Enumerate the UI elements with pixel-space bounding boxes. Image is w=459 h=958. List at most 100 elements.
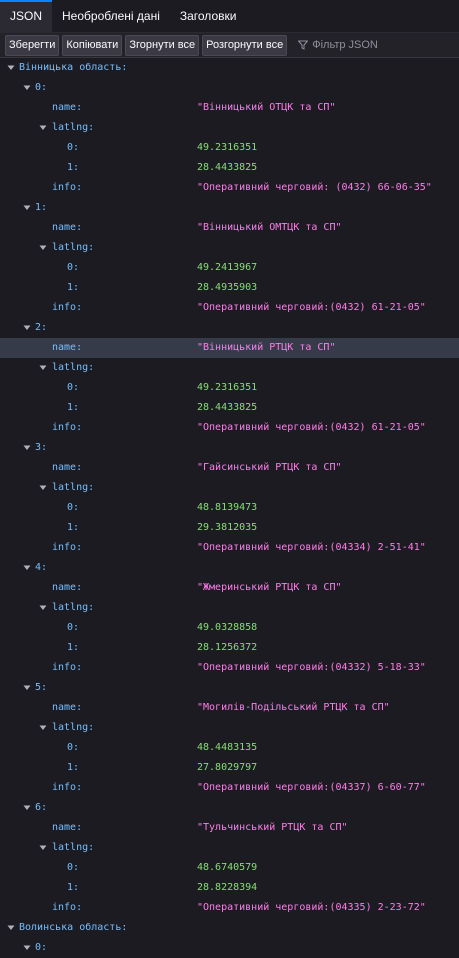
tree-row-lat[interactable]: 0: 49.2413967 [0, 258, 459, 278]
json-key: name: [52, 822, 83, 833]
chevron-down-icon[interactable] [39, 364, 47, 372]
tab-json[interactable]: JSON [0, 0, 53, 32]
chevron-down-icon[interactable] [7, 924, 15, 932]
tree-row-lat[interactable]: 0: 48.4483135 [0, 738, 459, 758]
json-key: latlng: [52, 482, 95, 493]
json-string-value: "Вінницький ОТЦК та СП" [197, 102, 336, 113]
tree-row-index[interactable]: 6: [0, 798, 459, 818]
tree-row-name[interactable]: name: "Гайсинський РТЦК та СП" [0, 458, 459, 478]
chevron-down-icon[interactable] [23, 84, 31, 92]
tree-row-info[interactable]: info: "Оперативний черговий: (0432) 66-06… [0, 178, 459, 198]
tree-row-name[interactable]: name: "Жмеринський РТЦК та СП" [0, 578, 459, 598]
chevron-down-icon[interactable] [39, 244, 47, 252]
tree-row-info[interactable]: info: "Оперативний черговий:(04337) 6-60-… [0, 778, 459, 798]
json-string-value: "Жмеринський РТЦК та СП" [197, 582, 342, 593]
json-number-value: 28.4433825 [197, 402, 258, 413]
json-tree: Вінницька область: 0: name: "Вінницький ОТЦ… [0, 58, 459, 958]
json-key: Вінницька область: [19, 62, 128, 73]
json-key: 1: [67, 762, 80, 773]
chevron-down-icon[interactable] [23, 204, 31, 212]
json-string-value: "Тульчинський РТЦК та СП" [197, 822, 348, 833]
tree-row-index[interactable]: 2: [0, 318, 459, 338]
chevron-down-icon[interactable] [23, 324, 31, 332]
filter-json-input[interactable]: Фільтр JSON [298, 39, 378, 51]
json-key: info: [52, 782, 83, 793]
tree-row-latlng[interactable]: latlng: [0, 118, 459, 138]
chevron-down-icon[interactable] [23, 564, 31, 572]
json-string-value: "Оперативний черговий:(04335) 2-23-72" [197, 902, 426, 913]
json-key: info: [52, 182, 83, 193]
json-key: name: [52, 222, 83, 233]
chevron-down-icon[interactable] [39, 484, 47, 492]
tree-row-lat[interactable]: 0: 49.0328858 [0, 618, 459, 638]
tree-row-latlng[interactable]: latlng: [0, 358, 459, 378]
expand-all-button[interactable]: Розгорнути все [202, 34, 288, 56]
tree-row-name[interactable]: name: "Вінницький ОТЦК та СП" [0, 98, 459, 118]
tree-row-lng[interactable]: 1: 28.1256372 [0, 638, 459, 658]
tree-row-info[interactable]: info: "Оперативний черговий:(04332) 5-18-… [0, 658, 459, 678]
chevron-down-icon[interactable] [7, 64, 15, 72]
json-key: 1: [67, 522, 80, 533]
chevron-down-icon[interactable] [39, 844, 47, 852]
tree-row-name[interactable]: name: "Вінницький РТЦК та СП" [0, 338, 459, 358]
chevron-down-icon[interactable] [39, 604, 47, 612]
json-key: name: [52, 102, 83, 113]
tree-row-region[interactable]: Волинська область: [0, 918, 459, 938]
tree-row-name[interactable]: name: "Вінницький ОМТЦК та СП" [0, 218, 459, 238]
chevron-down-icon[interactable] [39, 124, 47, 132]
tab-raw-data[interactable]: Необроблені дані [52, 0, 170, 32]
json-string-value: "Могилів-Подільський РТЦК та СП" [197, 702, 390, 713]
tree-row-index[interactable]: 4: [0, 558, 459, 578]
chevron-down-icon[interactable] [23, 944, 31, 952]
tree-row-lng[interactable]: 1: 28.4433825 [0, 398, 459, 418]
tree-row-index[interactable]: 0: [0, 938, 459, 958]
tree-row-lat[interactable]: 0: 48.6740579 [0, 858, 459, 878]
json-key: 1: [35, 202, 48, 213]
tree-row-lng[interactable]: 1: 27.8029797 [0, 758, 459, 778]
tree-row-name[interactable]: name: "Тульчинський РТЦК та СП" [0, 818, 459, 838]
tree-row-info[interactable]: info: "Оперативний черговий:(0432) 61-21-… [0, 298, 459, 318]
chevron-down-icon[interactable] [23, 804, 31, 812]
chevron-down-icon[interactable] [23, 444, 31, 452]
tree-row-info[interactable]: info: "Оперативний черговий:(0432) 61-21-… [0, 418, 459, 438]
json-key: info: [52, 902, 83, 913]
copy-button[interactable]: Копіювати [62, 34, 123, 56]
tree-row-region[interactable]: Вінницька область: [0, 58, 459, 78]
tree-row-lng[interactable]: 1: 28.4433825 [0, 158, 459, 178]
tree-row-lng[interactable]: 1: 28.8228394 [0, 878, 459, 898]
json-key: info: [52, 542, 83, 553]
json-number-value: 48.8139473 [197, 502, 258, 513]
chevron-down-icon[interactable] [39, 724, 47, 732]
json-string-value: "Оперативний черговий:(04334) 2-51-41" [197, 542, 426, 553]
tree-row-info[interactable]: info: "Оперативний черговий:(04334) 2-51-… [0, 538, 459, 558]
tab-headers[interactable]: Заголовки [170, 0, 247, 32]
tree-row-index[interactable]: 3: [0, 438, 459, 458]
tree-row-latlng[interactable]: latlng: [0, 838, 459, 858]
tree-row-latlng[interactable]: latlng: [0, 478, 459, 498]
tree-row-latlng[interactable]: latlng: [0, 238, 459, 258]
json-number-value: 28.4433825 [197, 162, 258, 173]
json-key: 2: [35, 322, 48, 333]
chevron-down-icon[interactable] [23, 684, 31, 692]
tree-row-index[interactable]: 0: [0, 78, 459, 98]
tree-row-latlng[interactable]: latlng: [0, 598, 459, 618]
save-button[interactable]: Зберегти [5, 34, 60, 56]
json-key: 6: [35, 802, 48, 813]
tree-row-lat[interactable]: 0: 49.2316351 [0, 378, 459, 398]
collapse-all-button[interactable]: Згорнути все [125, 34, 200, 56]
tree-row-index[interactable]: 5: [0, 678, 459, 698]
json-string-value: "Гайсинський РТЦК та СП" [197, 462, 342, 473]
tree-row-info[interactable]: info: "Оперативний черговий:(04335) 2-23-… [0, 898, 459, 918]
tree-row-lat[interactable]: 0: 49.2316351 [0, 138, 459, 158]
tree-row-latlng[interactable]: latlng: [0, 718, 459, 738]
tree-row-lng[interactable]: 1: 29.3812035 [0, 518, 459, 538]
json-key: info: [52, 302, 83, 313]
tree-row-lng[interactable]: 1: 28.4935903 [0, 278, 459, 298]
json-key: 0: [67, 262, 80, 273]
json-number-value: 49.0328858 [197, 622, 258, 633]
json-key: 0: [35, 82, 48, 93]
tree-row-lat[interactable]: 0: 48.8139473 [0, 498, 459, 518]
tree-row-index[interactable]: 1: [0, 198, 459, 218]
json-key: name: [52, 582, 83, 593]
tree-row-name[interactable]: name: "Могилів-Подільський РТЦК та СП" [0, 698, 459, 718]
